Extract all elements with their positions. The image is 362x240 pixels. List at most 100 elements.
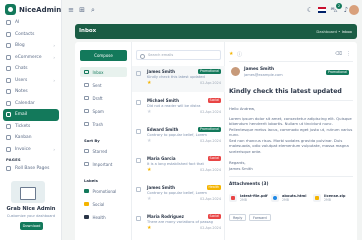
- divider: [229, 176, 353, 177]
- folder-sent[interactable]: Sent: [80, 80, 127, 90]
- list-item[interactable]: Michael Smith Social Did not a reader will…: [132, 95, 225, 121]
- attachment-item[interactable]: license.zip 2MB: [313, 192, 345, 204]
- folder-draft[interactable]: Draft: [80, 93, 127, 103]
- zip-icon: [313, 194, 321, 202]
- select-checkbox[interactable]: [136, 71, 141, 76]
- select-checkbox[interactable]: [136, 100, 141, 105]
- select-checkbox[interactable]: [136, 216, 141, 221]
- sidebar-item-kanban[interactable]: Kanban: [3, 132, 59, 144]
- star-icon[interactable]: ★: [147, 110, 151, 115]
- sidebar-item-ai[interactable]: AI: [3, 17, 59, 29]
- email-preview: Contrary to popular belief, Lorem: [147, 191, 207, 195]
- breadcrumb-separator: •: [338, 29, 341, 34]
- logo-icon: [5, 4, 16, 15]
- search-input[interactable]: Search emails: [136, 50, 221, 60]
- page-title: Inbox: [79, 28, 97, 34]
- star-icon[interactable]: ★: [147, 197, 151, 202]
- sender-name: James Smith: [244, 67, 275, 72]
- sidebar-item-users[interactable]: Users ›: [3, 75, 59, 87]
- important-icon[interactable]: ⓘ: [237, 51, 242, 58]
- compose-button[interactable]: Compose: [80, 50, 127, 61]
- star-icon[interactable]: ★: [147, 168, 151, 173]
- label-promotional[interactable]: Promotional: [80, 186, 127, 196]
- cart-icon: [6, 54, 11, 60]
- label-health[interactable]: Health: [80, 212, 127, 222]
- list-item[interactable]: Maria Rodriguez Social There are many vari…: [132, 211, 225, 237]
- email-date: 02-Apr-2024: [200, 110, 221, 114]
- star-icon[interactable]: ★: [147, 226, 151, 231]
- breadcrumb-home[interactable]: Dashboard: [316, 29, 337, 34]
- attachment-item[interactable]: abouts.html 2MB: [271, 192, 307, 204]
- email-date: 02-Apr-2024: [200, 197, 221, 201]
- sidebar-item-pages[interactable]: Roll Base Pages: [3, 164, 59, 173]
- divider: [229, 100, 353, 101]
- sidebar-item-notes[interactable]: Notes: [3, 86, 59, 98]
- email-tag: Social: [207, 156, 221, 161]
- select-checkbox[interactable]: [136, 187, 141, 192]
- sidebar-item-blog[interactable]: Blog ›: [3, 40, 59, 52]
- notes-icon: [6, 89, 11, 95]
- trash-icon: [84, 121, 89, 127]
- sidebar-item-contacts[interactable]: Contacts: [3, 29, 59, 41]
- email-preview: There are many variations of passag: [147, 220, 213, 224]
- users-icon: [6, 77, 11, 83]
- email-sender: James Smith: [147, 185, 176, 190]
- star-icon[interactable]: ★: [229, 51, 233, 57]
- logo-text: NiceAdmin: [19, 5, 62, 14]
- logo[interactable]: NiceAdmin: [5, 4, 61, 15]
- sort-starred[interactable]: Starred: [80, 146, 127, 156]
- ai-icon: [6, 20, 11, 26]
- sidebar-item-invoice[interactable]: Invoice ›: [3, 144, 59, 156]
- select-checkbox[interactable]: [136, 158, 141, 163]
- divider: [229, 61, 353, 62]
- moon-icon[interactable]: ☾: [306, 6, 314, 14]
- email-list: Search emails James Smith Promotional Kind…: [132, 42, 225, 240]
- email-date: 02-Apr-2024: [200, 168, 221, 172]
- sidebar-item-ecommerce[interactable]: eCommerce ›: [3, 52, 59, 64]
- list-item[interactable]: Edward Smith Promotional Contrary to popul…: [132, 124, 225, 150]
- list-item[interactable]: James Smith Health Contrary to popular bel…: [132, 182, 225, 208]
- folder-inbox[interactable]: Inbox: [80, 67, 127, 77]
- chat-icon: [6, 66, 11, 72]
- sort-important[interactable]: Important: [80, 159, 127, 169]
- email-date: 02-Apr-2024: [200, 81, 221, 85]
- grid-icon[interactable]: ⊞: [78, 6, 86, 14]
- folder-trash[interactable]: Trash: [80, 119, 127, 129]
- kanban-icon: [6, 135, 11, 141]
- menu-icon[interactable]: ≡: [67, 6, 75, 14]
- sidebar: NiceAdmin AI Contacts Blog › eCommerce › C…: [0, 0, 62, 240]
- email-tag: Promotional: [197, 127, 221, 132]
- sidebar-nav: AI Contacts Blog › eCommerce › Chats Users…: [3, 17, 59, 173]
- forward-button[interactable]: Forward: [249, 214, 271, 221]
- list-item[interactable]: James Smith Promotional Kindly check this …: [132, 66, 225, 92]
- page-header: Inbox Dashboard • Inbox: [75, 24, 357, 39]
- promo-subtitle: Customize your dashboard: [6, 214, 56, 218]
- sender-email: james@example.com: [244, 73, 283, 77]
- labels-heading: Labels: [84, 178, 98, 183]
- more-icon[interactable]: ⋮: [346, 51, 351, 57]
- email-date: 02-Apr-2024: [200, 139, 221, 143]
- download-button[interactable]: Download: [20, 222, 43, 230]
- flag-icon[interactable]: [318, 7, 326, 13]
- sidebar-item-calendar[interactable]: Calendar: [3, 98, 59, 110]
- email-tag: Health: [206, 185, 221, 190]
- avatar[interactable]: [349, 5, 359, 15]
- email-greeting: Hello Andrew,: [229, 106, 256, 111]
- select-checkbox[interactable]: [136, 129, 141, 134]
- sidebar-item-chats[interactable]: Chats: [3, 63, 59, 75]
- star-icon[interactable]: ★: [147, 81, 151, 86]
- list-item[interactable]: Maria Garcia Social It is a long establish…: [132, 153, 225, 179]
- reply-button[interactable]: Reply: [229, 214, 247, 221]
- trash-icon[interactable]: ⌫: [335, 51, 342, 57]
- sidebar-item-email[interactable]: Email: [3, 109, 59, 121]
- blog-icon: [6, 43, 11, 49]
- sidebar-item-tickets[interactable]: Tickets: [3, 121, 59, 133]
- chevron-right-icon: ›: [53, 43, 55, 49]
- email-date: 02-Apr-2024: [200, 226, 221, 230]
- attachment-item[interactable]: latest-file.pdf 2MB: [229, 192, 268, 204]
- label-social[interactable]: Social: [80, 199, 127, 209]
- search-icon[interactable]: ⌕: [89, 6, 97, 14]
- star-icon[interactable]: ★: [147, 139, 151, 144]
- folder-spam[interactable]: Spam: [80, 106, 127, 116]
- send-icon: [84, 82, 89, 88]
